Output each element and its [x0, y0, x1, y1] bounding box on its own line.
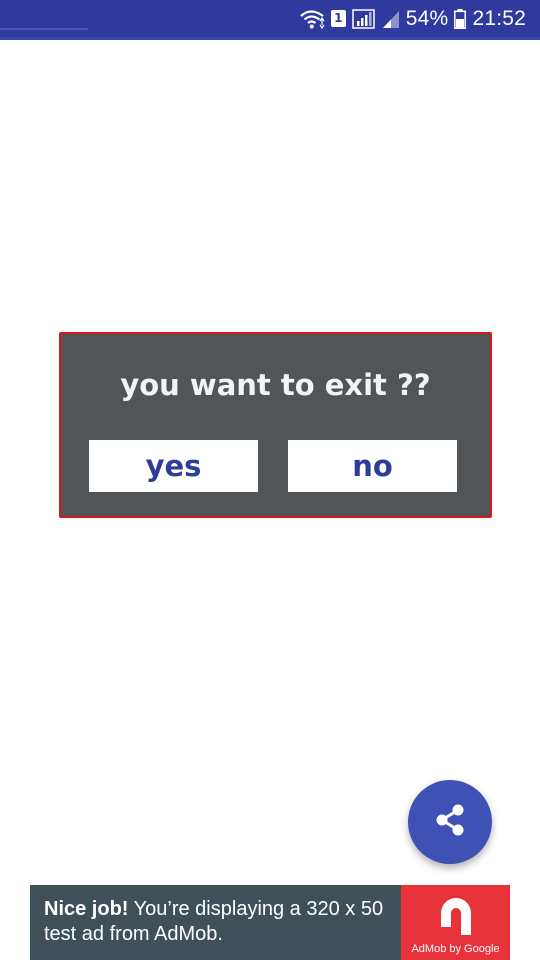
no-button[interactable]: no [288, 440, 457, 492]
wifi-icon [299, 8, 325, 30]
ad-banner[interactable]: Nice job! You’re displaying a 320 x 50 t… [30, 885, 510, 960]
admob-icon [441, 898, 471, 935]
toolbar-shadow [0, 28, 88, 30]
share-icon [431, 801, 469, 843]
sim-badge-icon: 1 [330, 10, 346, 27]
toolbar-edge [0, 37, 540, 40]
dialog-title: you want to exit ?? [120, 368, 431, 402]
battery-icon [454, 8, 467, 29]
battery-percent: 54% [405, 6, 449, 30]
signal-icon [352, 8, 376, 29]
ad-headline: Nice job! [44, 898, 129, 920]
share-button[interactable] [408, 780, 492, 864]
admob-logo: AdMob by Google [401, 885, 510, 960]
signal-weak-icon [382, 9, 400, 29]
admob-caption: AdMob by Google [411, 943, 500, 955]
exit-dialog: you want to exit ?? yes no [59, 332, 492, 518]
yes-button[interactable]: yes [89, 440, 258, 492]
status-bar: 1 54% 21:52 [0, 0, 540, 40]
ad-text: Nice job! You’re displaying a 320 x 50 t… [44, 897, 404, 947]
status-icons: 1 54% 21:52 [299, 0, 526, 37]
clock: 21:52 [472, 6, 526, 30]
